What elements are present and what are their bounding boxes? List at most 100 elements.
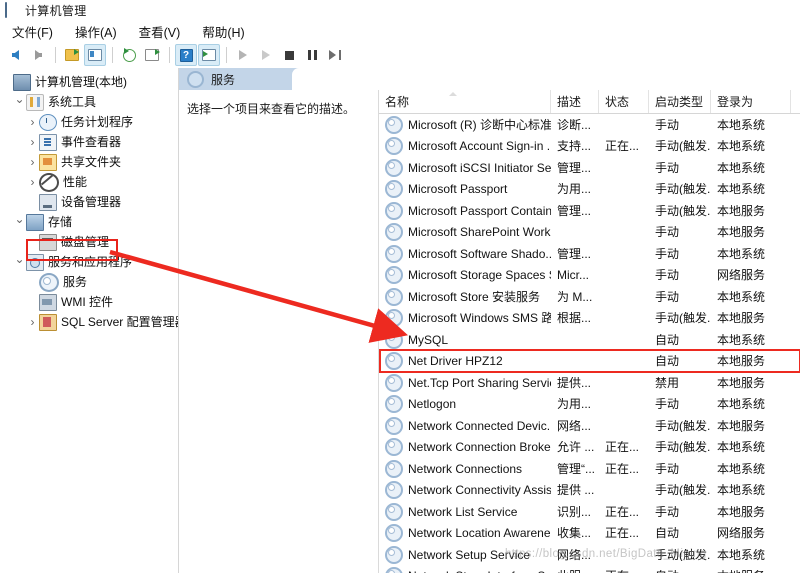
chevron-right-icon[interactable] [26,116,39,128]
tree-item-11[interactable]: WMI 控件 [0,292,178,312]
table-row[interactable]: Microsoft Windows SMS 路... 根据... 手动(触发... 本… [379,308,800,330]
menu-file[interactable]: 文件(F) [6,20,62,43]
table-row[interactable]: Microsoft Passport 为用... 手动(触发... 本地系统 [379,179,800,201]
service-name: Microsoft SharePoint Work... [379,223,551,242]
forward-button[interactable] [27,44,49,66]
tree-item-9[interactable]: 服务和应用程序 [0,252,178,272]
service-description: 支持... [557,140,592,153]
tree-item-label: 磁盘管理 [61,235,110,249]
service-description: 允许 ... [557,441,595,454]
table-row[interactable]: MySQL 自动 本地系统 [379,329,800,351]
service-description: 管理“... [557,462,595,475]
column-description[interactable]: 描述 [551,90,599,113]
service-startup-type: 手动(触发... [655,548,711,561]
tree-item-5[interactable]: 性能 [0,172,178,192]
service-log-on-as: 本地系统 [717,441,766,454]
service-startup-type: 自动 [655,355,680,368]
service-gear-icon [385,330,403,349]
tree-item-label: SQL Server 配置管理器 [61,315,179,329]
show-console-tree-button[interactable] [84,44,106,66]
table-row[interactable]: Microsoft SharePoint Work... 手动 本地服务 [379,222,800,244]
chevron-right-icon[interactable] [26,136,39,148]
pause-service-button[interactable] [301,44,323,66]
menu-view[interactable]: 查看(V) [133,20,190,43]
service-name-text: Network List Service [408,504,518,519]
refresh-button[interactable] [118,44,140,66]
title-bar: 计算机管理 [0,0,800,20]
tree-item-8[interactable]: 磁盘管理 [0,232,178,252]
service-log-on-as: 本地服务 [717,204,766,217]
column-name[interactable]: 名称 [379,90,551,113]
back-button[interactable] [4,44,26,66]
service-name-text: MySQL [408,332,449,347]
service-name-text: Microsoft Software Shado... [408,246,551,261]
service-startup-type: 手动 [655,398,680,411]
tree-item-6[interactable]: 设备管理器 [0,192,178,212]
service-gear-icon [385,158,403,177]
chevron-down-icon[interactable] [13,256,26,268]
services-body: 选择一个项目来查看它的描述。 名称 描述 状态 启动类型 登录为 Microso… [179,90,800,573]
start-service-button[interactable] [232,44,254,66]
table-row[interactable]: Network Connectivity Assis... 提供 ... 手动(触发… [379,480,800,502]
table-row[interactable]: Network Setup Service 网络... 手动(触发... 本地系统 [379,544,800,566]
tree-item-7[interactable]: 存储 [0,212,178,232]
table-row[interactable]: Network Location Awarene... 收集... 正在... 自动 网… [379,523,800,545]
table-row[interactable]: Microsoft (R) 诊断中心标准... 诊断... 手动 本地系统 [379,114,800,136]
properties-button[interactable] [198,44,220,66]
tree-item-4[interactable]: 共享文件夹 [0,152,178,172]
help-button[interactable]: ? [175,44,197,66]
service-gear-icon [385,287,403,306]
table-row[interactable]: Netlogon 为用... 手动 本地系统 [379,394,800,416]
service-startup-type: 手动(触发... [655,419,711,432]
chevron-right-icon[interactable] [26,176,39,188]
up-one-level-button[interactable] [61,44,83,66]
service-log-on-as: 本地系统 [717,290,766,303]
table-row[interactable]: Network Store Interface Se...此服...正在...自… [379,566,800,573]
table-row[interactable]: Microsoft Passport Container 管理... 手动(触发..… [379,200,800,222]
table-row[interactable]: Net Driver HPZ12 自动 本地服务 [379,351,800,373]
menu-help[interactable]: 帮助(H) [196,20,253,43]
restart-service-button[interactable] [324,44,346,66]
table-row[interactable]: Network Connections 管理“... 正在... 手动 本地系统 [379,458,800,480]
service-name-text: Network Setup Service [408,547,531,562]
tree-item-3[interactable]: 事件查看器 [0,132,178,152]
column-status[interactable]: 状态 [599,90,649,113]
tree-item-label: 服务和应用程序 [48,255,133,269]
tree-item-0[interactable]: 计算机管理(本地) [0,72,178,92]
tree-item-10[interactable]: 服务 [0,272,178,292]
tree-item-1[interactable]: 系统工具 [0,92,178,112]
table-row[interactable]: Network List Service 识别... 正在... 手动 本地服务 [379,501,800,523]
service-startup-type: 手动(触发... [655,441,711,454]
table-row[interactable]: Microsoft Store 安装服务 为 M... 手动 本地系统 [379,286,800,308]
stop-service-button[interactable] [278,44,300,66]
column-startup-type[interactable]: 启动类型 [649,90,711,113]
services-list[interactable]: Microsoft (R) 诊断中心标准... 诊断... 手动 本地系统 Micros… [379,114,800,573]
table-row[interactable]: Network Connection Broker 允许 ... 正在... 手动(触… [379,437,800,459]
service-name-text: Microsoft Account Sign-in ... [408,139,551,154]
table-row[interactable]: Microsoft Account Sign-in ... 支持... 正在... 手… [379,136,800,158]
chevron-right-icon[interactable] [26,316,39,328]
table-row[interactable]: Microsoft Storage Spaces S... Micr... 手动 网络… [379,265,800,287]
service-name: Microsoft (R) 诊断中心标准... [379,115,551,134]
service-name-text: Microsoft iSCSI Initiator Ser... [408,160,551,175]
event-viewer-icon [39,133,57,151]
tree-item-2[interactable]: 任务计划程序 [0,112,178,132]
menu-action[interactable]: 操作(A) [69,20,126,43]
forward-arrow-icon [34,50,42,60]
service-name-text: Netlogon [408,397,457,412]
export-list-button[interactable] [141,44,163,66]
tree-item-12[interactable]: SQL Server 配置管理器 [0,312,178,332]
chevron-down-icon[interactable] [13,216,26,228]
service-log-on-as: 网络服务 [717,269,766,282]
table-row[interactable]: Network Connected Devic... 网络... 手动(触发... 本… [379,415,800,437]
column-log-on-as[interactable]: 登录为 [711,90,791,113]
chevron-right-icon[interactable] [26,156,39,168]
console-tree[interactable]: 计算机管理(本地) 系统工具任务计划程序事件查看器共享文件夹性能设备管理器存储磁盘… [0,68,179,573]
services-list-pane[interactable]: 名称 描述 状态 启动类型 登录为 Microsoft (R) 诊断中心标准..… [379,90,800,573]
resume-service-button[interactable] [255,44,277,66]
table-row[interactable]: Net.Tcp Port Sharing Service 提供... 禁用 本地服务 [379,372,800,394]
service-description-pane: 选择一个项目来查看它的描述。 [179,90,379,573]
table-row[interactable]: Microsoft Software Shado... 管理... 手动 本地系统 [379,243,800,265]
chevron-down-icon[interactable] [13,96,26,108]
table-row[interactable]: Microsoft iSCSI Initiator Ser... 管理... 手动 本… [379,157,800,179]
